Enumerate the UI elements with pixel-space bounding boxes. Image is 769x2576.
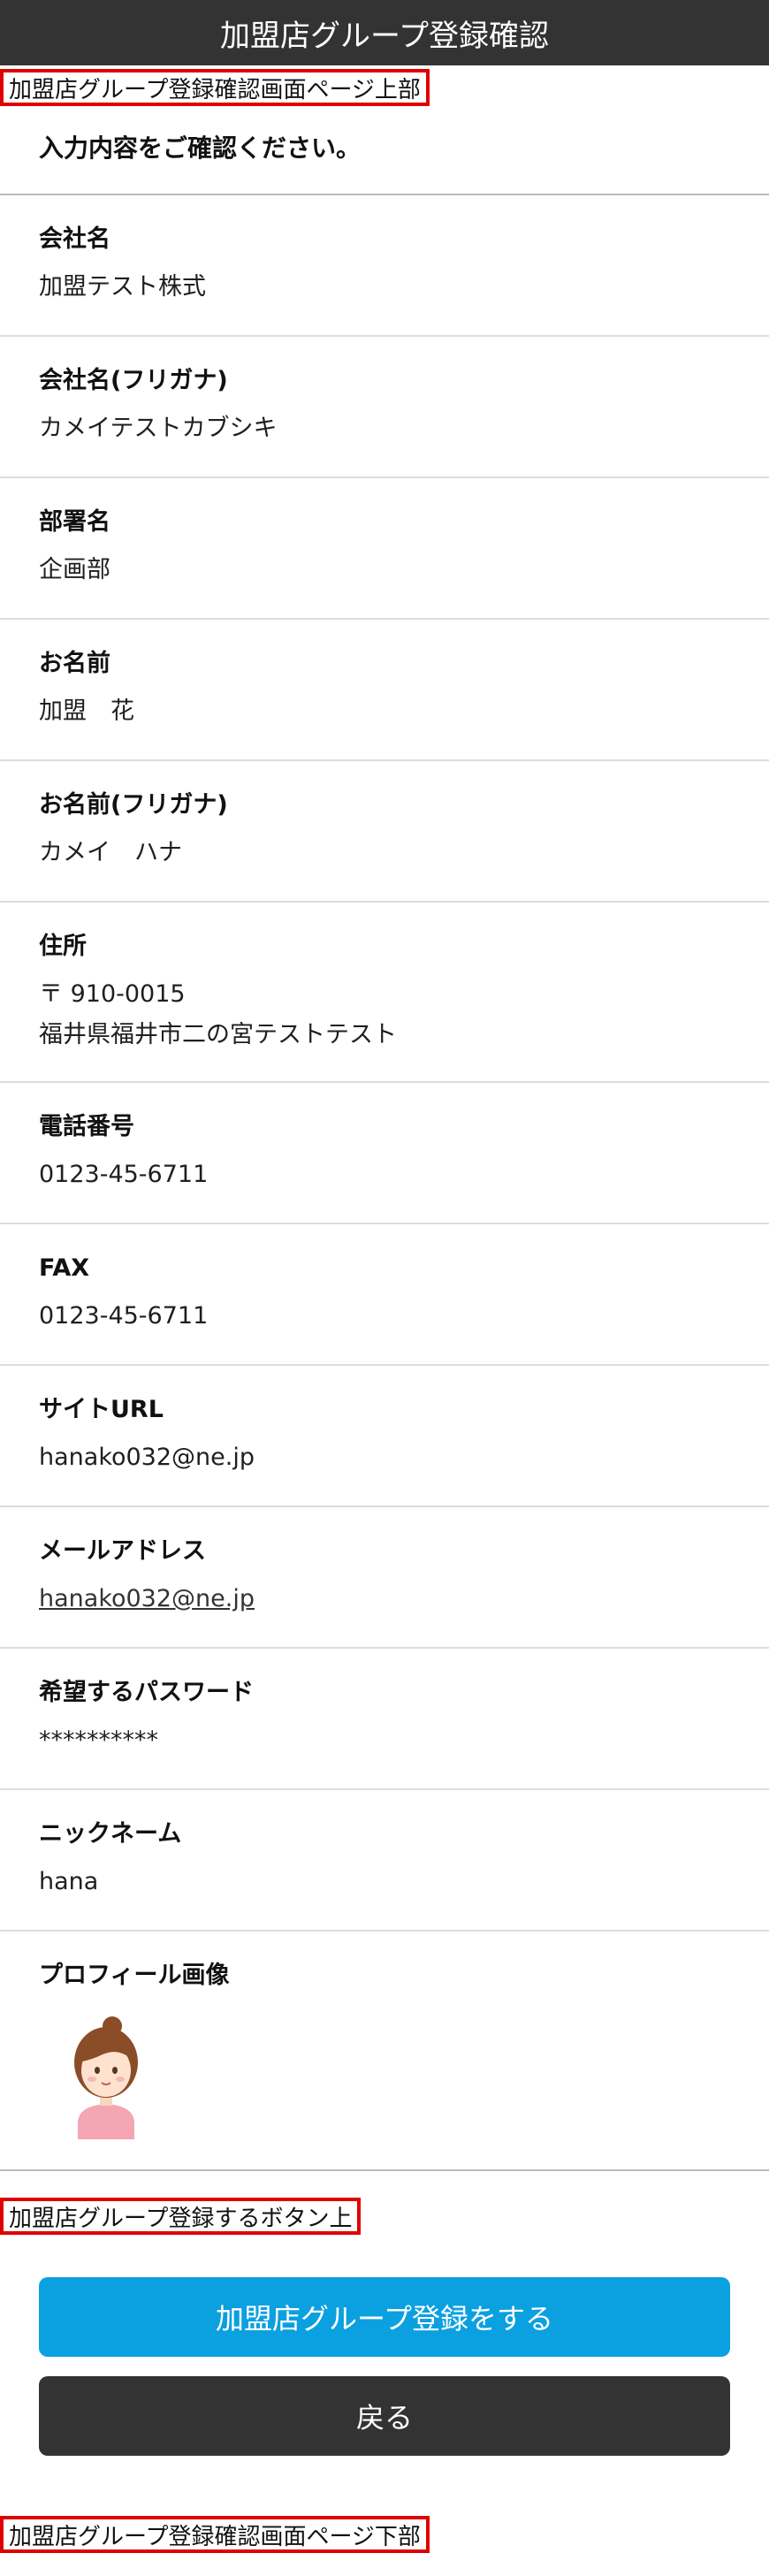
divider (0, 335, 769, 337)
field-label: メールアドレス (39, 1537, 206, 1565)
field-label: ニックネーム (39, 1820, 182, 1848)
field-label: お名前(フリガナ) (39, 791, 228, 819)
divider (0, 194, 769, 195)
field-name: お名前 加盟 花 (39, 650, 746, 731)
intro-text: 入力内容をご確認ください。 (39, 133, 362, 163)
field-label: FAX (39, 1254, 90, 1282)
field-label: 会社名(フリガナ) (39, 367, 228, 394)
bottom-marker-label: 加盟店グループ登録確認画面ページ下部 (0, 2516, 430, 2553)
address-postal: 〒 910-0015 (39, 980, 186, 1009)
divider (0, 1930, 769, 1932)
register-button-label: 加盟店グループ登録をする (215, 2302, 554, 2336)
field-value: ********** (39, 1726, 158, 1755)
field-value: 0123-45-6711 (39, 1302, 209, 1330)
divider (0, 1788, 769, 1790)
page-title: 加盟店グループ登録確認 (220, 18, 549, 54)
back-button[interactable]: 戻る (39, 2376, 730, 2456)
field-label: 部署名 (39, 508, 110, 536)
field-phone: 電話番号 0123-45-6711 (39, 1113, 746, 1194)
field-label: サイトURL (39, 1396, 164, 1423)
field-company-kana: 会社名(フリガナ) カメイテストカブシキ (39, 367, 746, 448)
field-value: 0123-45-6711 (39, 1161, 209, 1189)
field-value: hanako032@ne.jp (39, 1580, 746, 1618)
register-group-button[interactable]: 加盟店グループ登録をする (39, 2277, 730, 2357)
field-fax: FAX 0123-45-6711 (39, 1254, 746, 1336)
field-value: 加盟 花 (39, 697, 134, 726)
page-header: 加盟店グループ登録確認 (0, 0, 769, 65)
divider (0, 1647, 769, 1649)
email-link[interactable]: hanako032@ne.jp (39, 1585, 255, 1612)
divider (0, 759, 769, 761)
field-email: メールアドレス hanako032@ne.jp (39, 1537, 746, 1619)
field-company: 会社名 加盟テスト株式 (39, 225, 746, 307)
field-address: 住所 〒 910-0015 福井県福井市二の宮テストテスト (39, 933, 746, 1054)
field-value: 企画部 (39, 556, 110, 584)
divider (0, 1223, 769, 1224)
field-value: カメイ ハナ (39, 839, 182, 867)
divider (0, 1364, 769, 1366)
field-label: 希望するパスワード (39, 1679, 254, 1706)
field-site-url: サイトURL hanako032@ne.jp (39, 1396, 746, 1477)
field-value: hanako032@ne.jp (39, 1444, 255, 1472)
field-label: プロフィール画像 (39, 1962, 230, 1989)
above-button-marker-label: 加盟店グループ登録するボタン上 (0, 2198, 362, 2235)
field-label: 電話番号 (39, 1113, 134, 1140)
address-line: 福井県福井市二の宮テストテスト (39, 1020, 397, 1048)
divider (0, 618, 769, 620)
field-value: カメイテストカブシキ (39, 415, 278, 443)
divider (0, 901, 769, 903)
avatar-icon (74, 2016, 138, 2139)
top-marker-label: 加盟店グループ登録確認画面ページ上部 (0, 69, 430, 106)
divider (0, 1505, 769, 1507)
divider (0, 476, 769, 478)
field-label: お名前 (39, 650, 110, 677)
divider (0, 2169, 769, 2171)
field-label: 住所 (39, 933, 87, 960)
back-button-label: 戻る (355, 2401, 413, 2435)
field-value: 加盟テスト株式 (39, 273, 206, 301)
field-department: 部署名 企画部 (39, 508, 746, 590)
field-value: 〒 910-0015 福井県福井市二の宮テストテスト (39, 975, 746, 1053)
field-name-kana: お名前(フリガナ) カメイ ハナ (39, 791, 746, 873)
field-label: 会社名 (39, 225, 110, 253)
field-password: 希望するパスワード ********** (39, 1679, 746, 1760)
field-nickname: ニックネーム hana (39, 1820, 746, 1902)
field-value: hana (39, 1868, 99, 1896)
field-profile-image: プロフィール画像 (39, 1962, 746, 1990)
divider (0, 1081, 769, 1083)
